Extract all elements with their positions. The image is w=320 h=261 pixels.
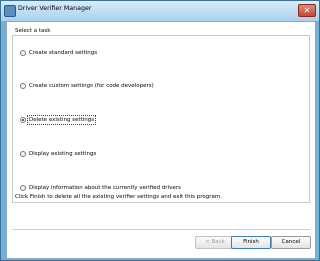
- app-icon: [4, 5, 16, 17]
- dialog-content: Select a task Create standard settings C…: [6, 21, 316, 259]
- task-group-box: Create standard settings Create custom s…: [12, 35, 310, 203]
- radio-icon[interactable]: [20, 83, 26, 89]
- option-label: Delete existing settings: [26, 115, 97, 125]
- finish-button[interactable]: Finish: [231, 236, 271, 249]
- option-label: Create custom settings (for code develop…: [29, 83, 154, 89]
- title-bar[interactable]: Driver Verifier Manager ✕: [1, 1, 319, 21]
- back-button[interactable]: < Back: [195, 236, 235, 249]
- group-label: Select a task: [15, 28, 51, 34]
- radio-icon[interactable]: [20, 151, 26, 157]
- option-display-existing[interactable]: Display existing settings: [20, 151, 96, 157]
- option-label: Display existing settings: [29, 151, 97, 157]
- radio-icon[interactable]: [20, 185, 26, 191]
- close-icon[interactable]: ✕: [298, 4, 316, 17]
- option-create-custom[interactable]: Create custom settings (for code develop…: [20, 83, 154, 89]
- radio-selected-icon[interactable]: [20, 117, 26, 123]
- radio-icon[interactable]: [20, 50, 26, 56]
- divider: [12, 229, 310, 230]
- option-create-standard[interactable]: Create standard settings: [20, 50, 97, 56]
- option-label: Display information about the currently …: [29, 185, 181, 191]
- option-label: Create standard settings: [29, 50, 98, 56]
- dialog-window: Driver Verifier Manager ✕ Select a task …: [0, 0, 320, 261]
- window-title: Driver Verifier Manager: [18, 5, 92, 12]
- cancel-button[interactable]: Cancel: [271, 236, 311, 249]
- hint-text: Click Finish to delete all the existing …: [15, 194, 222, 200]
- option-delete-existing[interactable]: Delete existing settings: [20, 115, 97, 125]
- option-display-info[interactable]: Display information about the currently …: [20, 185, 181, 191]
